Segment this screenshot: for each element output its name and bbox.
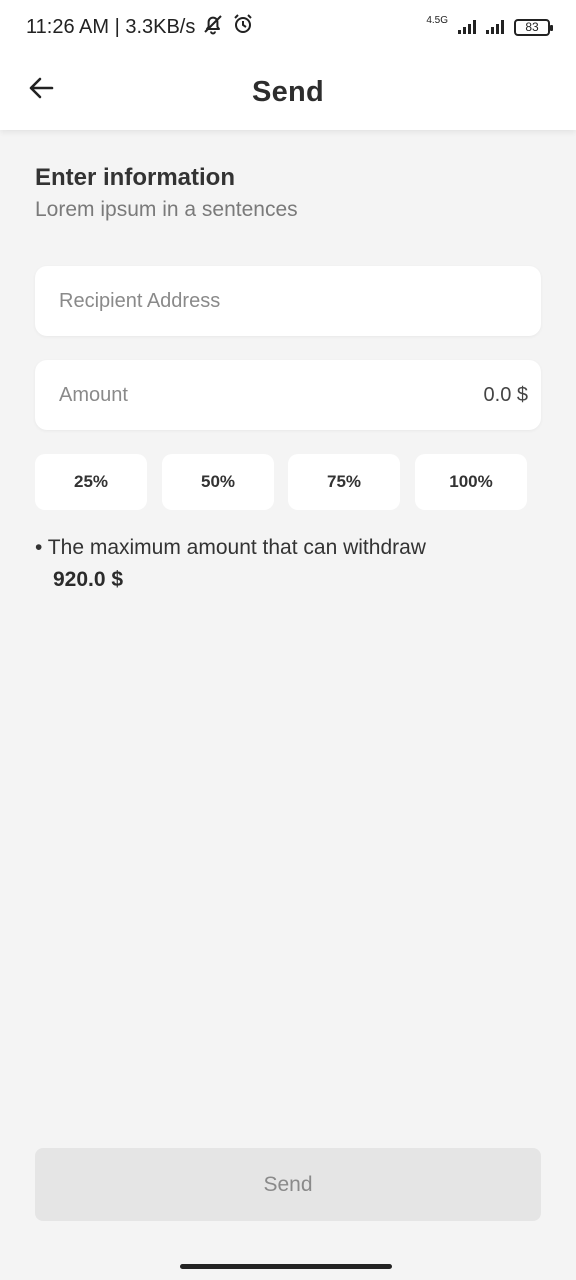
back-button[interactable]	[20, 72, 62, 108]
status-left: 11:26 AM | 3.3KB/s	[26, 12, 255, 42]
status-right: 4.5G 83	[426, 15, 553, 36]
send-button[interactable]: Send	[35, 1148, 541, 1221]
app-bar: Send	[0, 54, 576, 130]
percent-100-button[interactable]: 100%	[415, 454, 527, 510]
percent-50-button[interactable]: 50%	[162, 454, 274, 510]
signal-icon	[458, 20, 476, 34]
max-withdraw-amount: 920.0 $	[53, 568, 124, 591]
percentage-buttons: 25% 50% 75% 100%	[35, 454, 541, 510]
section-title: Enter information	[35, 164, 236, 191]
status-bar: 11:26 AM | 3.3KB/s 4.5G 83	[0, 0, 576, 54]
amount-field[interactable]: Amount 0.0 $	[35, 360, 541, 430]
amount-value: 0.0 $	[483, 383, 528, 406]
section-subtitle: Lorem ipsum in a sentences	[35, 198, 298, 221]
home-indicator[interactable]	[180, 1264, 392, 1269]
percent-25-button[interactable]: 25%	[35, 454, 147, 510]
recipient-address-field[interactable]: Recipient Address	[35, 266, 541, 336]
bell-off-icon	[201, 12, 225, 42]
top-bar: 11:26 AM | 3.3KB/s 4.5G 83 Send	[0, 0, 576, 130]
percent-75-button[interactable]: 75%	[288, 454, 400, 510]
max-withdraw-note: • The maximum amount that can withdraw 9…	[35, 532, 541, 596]
battery-level: 83	[525, 20, 539, 34]
max-withdraw-text: • The maximum amount that can withdraw	[35, 536, 426, 559]
page-title: Send	[251, 75, 325, 108]
signal-icon-2	[486, 20, 504, 34]
battery-icon: 83	[514, 18, 553, 36]
network-type-label: 4.5G	[426, 15, 448, 26]
recipient-address-placeholder: Recipient Address	[59, 289, 221, 312]
alarm-icon	[231, 12, 255, 42]
status-time: 11:26 AM | 3.3KB/s	[26, 15, 196, 38]
arrow-left-icon	[27, 74, 55, 107]
amount-placeholder: Amount	[59, 383, 128, 406]
